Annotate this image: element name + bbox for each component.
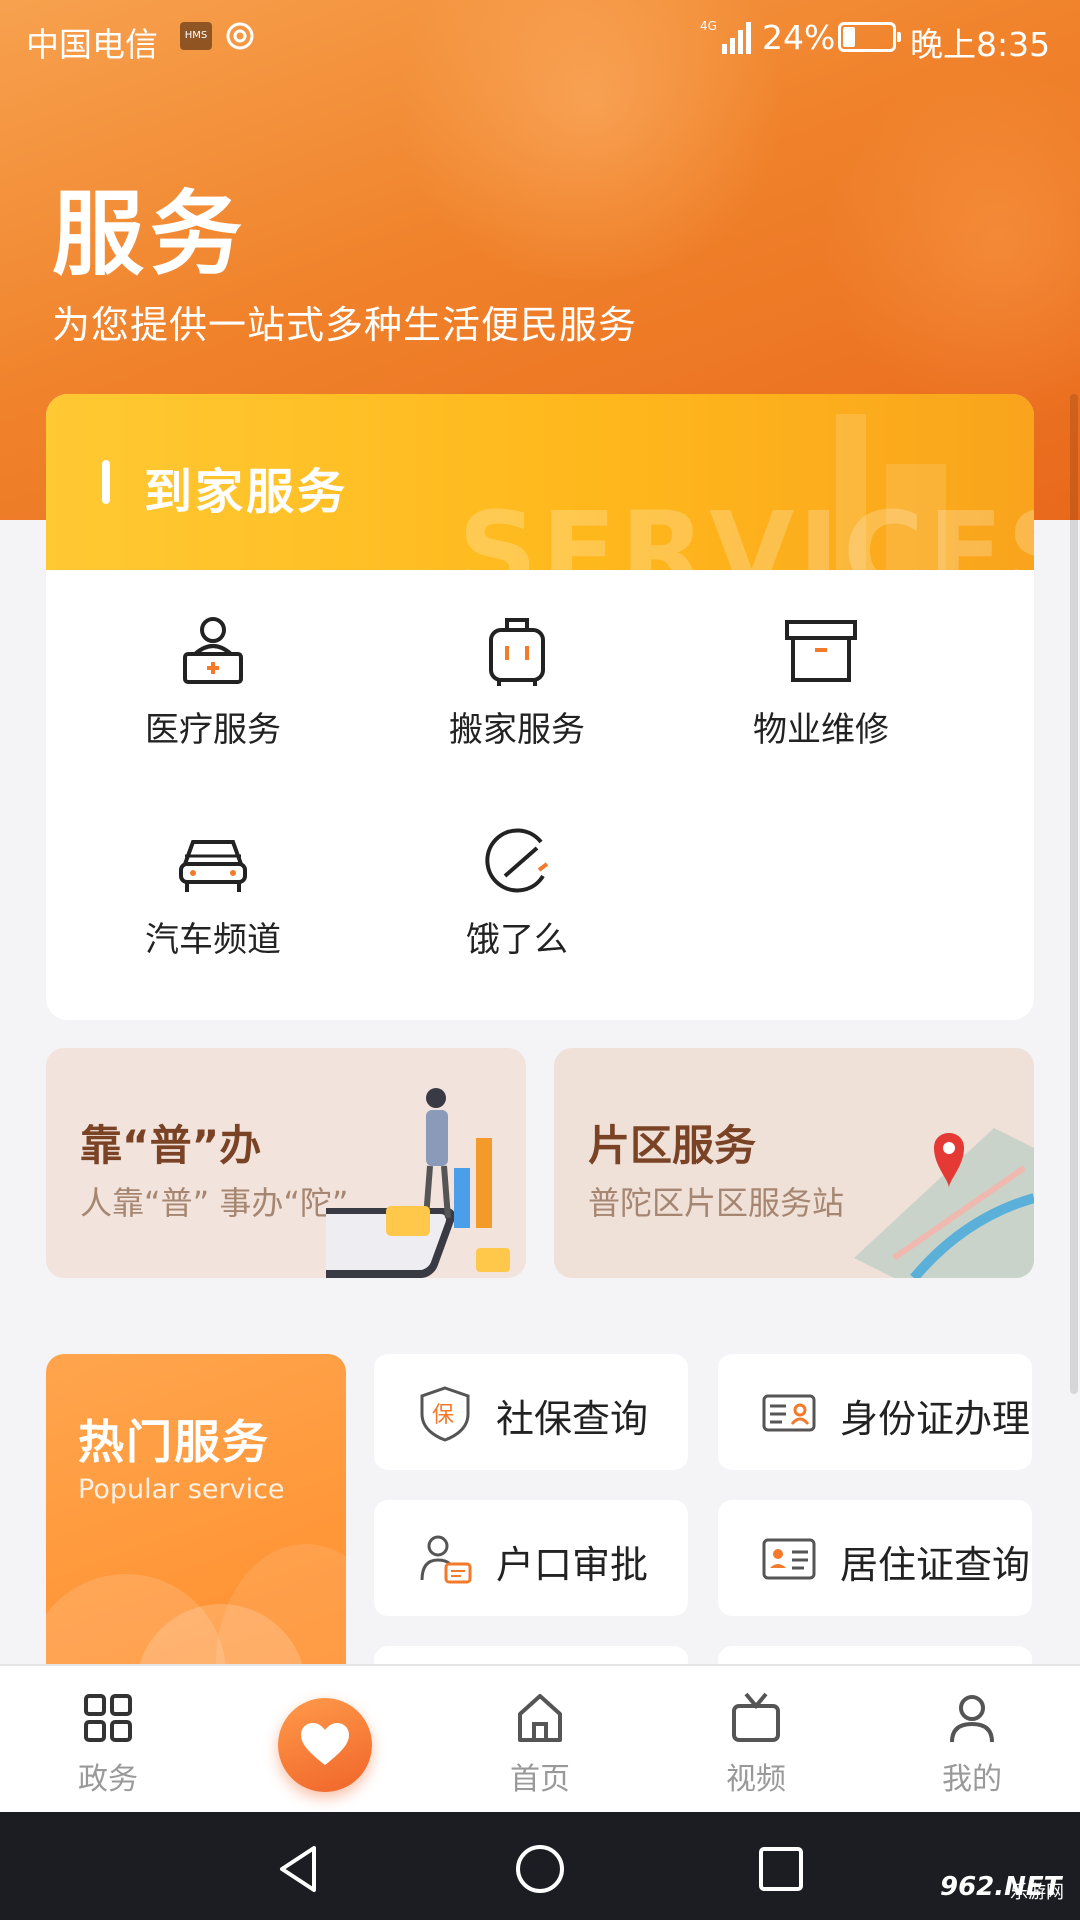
nav-label: 政务 [78, 1762, 138, 1797]
service-medical[interactable]: 医疗服务 [93, 610, 333, 770]
tile-label: 户口审批 [496, 1543, 649, 1587]
service-label: 汽车频道 [145, 920, 281, 960]
residence-card-icon [762, 1538, 816, 1580]
nav-label: 我的 [942, 1762, 1002, 1797]
tile-label: 社保查询 [496, 1397, 649, 1441]
card-title: 到家服务 [144, 464, 349, 520]
service-moving[interactable]: 搬家服务 [397, 610, 637, 770]
signal-icon: 4G [700, 19, 751, 54]
service-car[interactable]: 汽车频道 [93, 820, 333, 980]
map-illustration [854, 1128, 1034, 1278]
box-icon [785, 620, 857, 682]
social-security-icon: 保 [420, 1386, 470, 1442]
nfc-icon [226, 22, 254, 50]
household-icon [420, 1535, 472, 1584]
tile-label: 居住证查询 [840, 1543, 1031, 1587]
service-property-repair[interactable]: 物业维修 [701, 610, 941, 770]
banner-subtitle: 普陀区片区服务站 [588, 1184, 845, 1222]
banner-subtitle: 人靠“普” 事办“陀” [80, 1184, 349, 1222]
heart-icon [301, 1723, 349, 1765]
nav-item-home[interactable]: 首页 [470, 1680, 610, 1800]
scrollbar[interactable] [1070, 394, 1078, 1394]
service-eleme[interactable]: 饿了么 [397, 820, 637, 980]
svg-text:保: 保 [432, 1403, 454, 1428]
service-label: 医疗服务 [145, 710, 281, 750]
eleme-icon [485, 828, 549, 893]
nav-item-government[interactable]: 政务 [38, 1680, 178, 1800]
page-subtitle: 为您提供一站式多种生活便民服务 [52, 303, 638, 347]
services-watermark: SERVICES [458, 488, 1034, 570]
home-services-card: SERVICES 到家服务 医疗服务 搬家服务 物业维修 汽车频道 饿了么 [46, 394, 1034, 1020]
car-icon [179, 840, 247, 892]
battery-icon [838, 22, 901, 52]
banner-pu-ban[interactable]: 靠“普”办 人靠“普” 事办“陀” [46, 1048, 526, 1278]
tile-household[interactable]: 户口审批 [374, 1500, 688, 1616]
luggage-icon [489, 618, 545, 686]
back-icon[interactable] [272, 1842, 326, 1896]
carrier-label: 中国电信 [26, 25, 158, 64]
doctor-icon [183, 617, 243, 684]
hms-icon: HMS [180, 22, 212, 50]
title-accent-bar [102, 460, 110, 504]
user-icon [950, 1695, 994, 1743]
tile-residence-card[interactable]: 居住证查询 [718, 1500, 1032, 1616]
banner-title: 靠“普”办 [80, 1121, 262, 1170]
id-card-icon [762, 1394, 816, 1432]
battery-percent: 24% [762, 18, 836, 57]
nav-label: 视频 [726, 1762, 786, 1797]
tile-label: 身份证办理 [840, 1397, 1031, 1441]
status-bar: 中国电信 HMS 4G 24% 晚上8:35 [0, 0, 1080, 74]
grid-icon [84, 1694, 132, 1742]
svg-text:4G: 4G [700, 19, 717, 33]
service-label: 物业维修 [753, 710, 889, 750]
popular-title: 热门服务 [78, 1415, 270, 1469]
home-circle-icon[interactable] [513, 1842, 567, 1896]
nav-item-video[interactable]: 视频 [686, 1680, 826, 1800]
card-header: SERVICES 到家服务 [46, 394, 1034, 570]
service-label: 搬家服务 [449, 710, 585, 750]
hero-decoration [820, 60, 1080, 420]
service-label: 饿了么 [466, 920, 568, 960]
home-icon [518, 1694, 562, 1742]
clock: 晚上8:35 [910, 25, 1051, 64]
tile-id-card[interactable]: 身份证办理 [718, 1354, 1032, 1470]
watermark-sub: 乐游网 [1010, 1882, 1064, 1903]
phone-illustration [326, 1088, 510, 1278]
popular-services-panel[interactable]: 热门服务 Popular service [46, 1354, 346, 1674]
favorite-button[interactable] [278, 1698, 372, 1792]
system-nav-bar [0, 1812, 1080, 1920]
banner-district-service[interactable]: 片区服务 普陀区片区服务站 [554, 1048, 1034, 1278]
bottom-nav: 政务 首页 视频 我的 [0, 1664, 1080, 1812]
tv-icon [732, 1692, 780, 1742]
popular-subtitle: Popular service [78, 1474, 285, 1505]
banner-title: 片区服务 [588, 1121, 757, 1170]
nav-label: 首页 [510, 1762, 570, 1797]
tile-social-security[interactable]: 保 社保查询 [374, 1354, 688, 1470]
page-title: 服务 [52, 181, 249, 288]
recents-icon[interactable] [754, 1842, 808, 1896]
nav-item-mine[interactable]: 我的 [902, 1680, 1042, 1800]
